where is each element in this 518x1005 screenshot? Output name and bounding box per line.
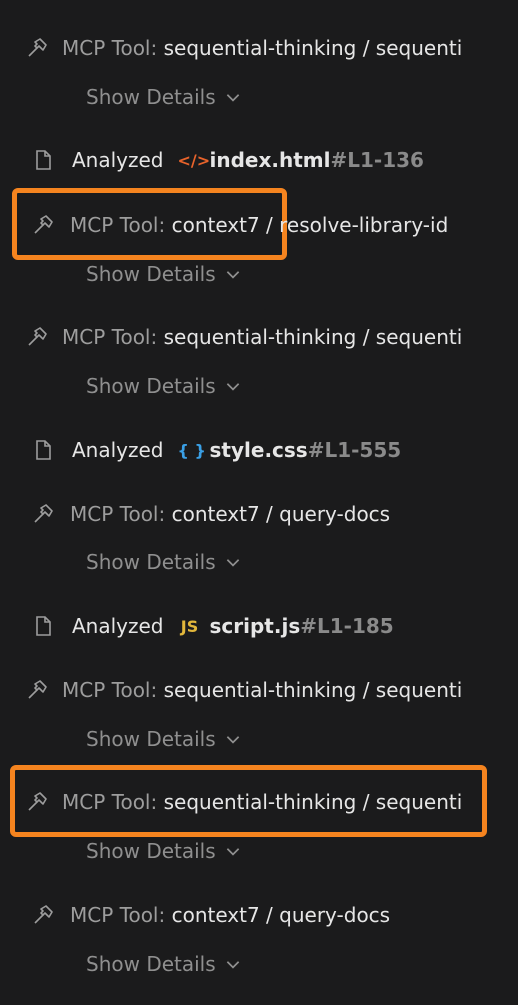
analyzed-file-row[interactable]: Analyzed { } style.css #L1-555 (30, 430, 401, 470)
analyzed-file-row[interactable]: Analyzed </> index.html #L1-136 (30, 140, 424, 180)
tool-name: sequential-thinking / sequenti (163, 678, 463, 702)
tool-name: sequential-thinking / sequenti (163, 790, 463, 814)
tool-name: context7 / resolve-library-id (171, 213, 449, 237)
tool-call-row[interactable]: MCP Tool: context7 / query-docs (30, 895, 390, 935)
tool-name: sequential-thinking / sequenti (163, 325, 463, 349)
line-range: #L1-185 (300, 614, 394, 638)
chevron-down-icon (226, 848, 239, 856)
tool-label: MCP Tool: (62, 790, 158, 814)
chevron-down-icon (226, 736, 239, 744)
analyzed-label: Analyzed (72, 148, 164, 172)
file-name[interactable]: index.html (210, 148, 331, 172)
hammer-icon (30, 212, 56, 238)
chevron-down-icon (226, 94, 239, 102)
chevron-down-icon (226, 383, 239, 391)
file-name[interactable]: style.css (210, 438, 308, 462)
tool-name: sequential-thinking / sequenti (163, 36, 463, 60)
show-details-button[interactable]: Show Details (86, 371, 242, 401)
tool-name: context7 / query-docs (171, 903, 391, 927)
analyzed-label: Analyzed (72, 614, 164, 638)
tool-call-row[interactable]: MCP Tool: context7 / resolve-library-id (30, 205, 448, 245)
file-name[interactable]: script.js (210, 614, 301, 638)
analyzed-label: Analyzed (72, 438, 164, 462)
tool-label: MCP Tool: (70, 213, 166, 237)
show-details-button[interactable]: Show Details (86, 259, 242, 289)
hammer-icon (30, 501, 56, 527)
show-details-button[interactable]: Show Details (86, 82, 242, 112)
tool-call-row[interactable]: MCP Tool: sequential-thinking / sequenti (24, 670, 462, 710)
line-range: #L1-136 (330, 148, 424, 172)
line-range: #L1-555 (307, 438, 402, 462)
tool-call-row[interactable]: MCP Tool: sequential-thinking / sequenti (24, 317, 462, 357)
tool-label: MCP Tool: (62, 36, 158, 60)
hammer-icon (24, 35, 50, 61)
tool-label: MCP Tool: (70, 502, 166, 526)
file-icon (30, 147, 56, 173)
show-details-button[interactable]: Show Details (86, 836, 242, 866)
css-icon: { } (177, 440, 206, 460)
tool-call-row[interactable]: MCP Tool: context7 / query-docs (30, 494, 390, 534)
tool-label: MCP Tool: (70, 903, 166, 927)
show-details-button[interactable]: Show Details (86, 724, 242, 754)
hammer-icon (24, 324, 50, 350)
hammer-icon (24, 789, 50, 815)
hammer-icon (30, 902, 56, 928)
tool-label: MCP Tool: (62, 678, 158, 702)
tool-label: MCP Tool: (62, 325, 158, 349)
tool-call-row[interactable]: MCP Tool: sequential-thinking / sequenti (24, 28, 462, 68)
js-icon: JS (180, 616, 199, 636)
file-icon (30, 613, 56, 639)
tool-name: context7 / query-docs (171, 502, 391, 526)
chevron-down-icon (226, 559, 239, 567)
file-icon (30, 437, 56, 463)
analyzed-file-row[interactable]: Analyzed JS script.js #L1-185 (30, 606, 394, 646)
show-details-button[interactable]: Show Details (86, 949, 242, 979)
show-details-button[interactable]: Show Details (86, 547, 242, 577)
hammer-icon (24, 677, 50, 703)
tool-call-row[interactable]: MCP Tool: sequential-thinking / sequenti (24, 782, 462, 822)
html-icon: </> (177, 150, 211, 170)
chevron-down-icon (226, 271, 239, 279)
chevron-down-icon (226, 961, 239, 969)
